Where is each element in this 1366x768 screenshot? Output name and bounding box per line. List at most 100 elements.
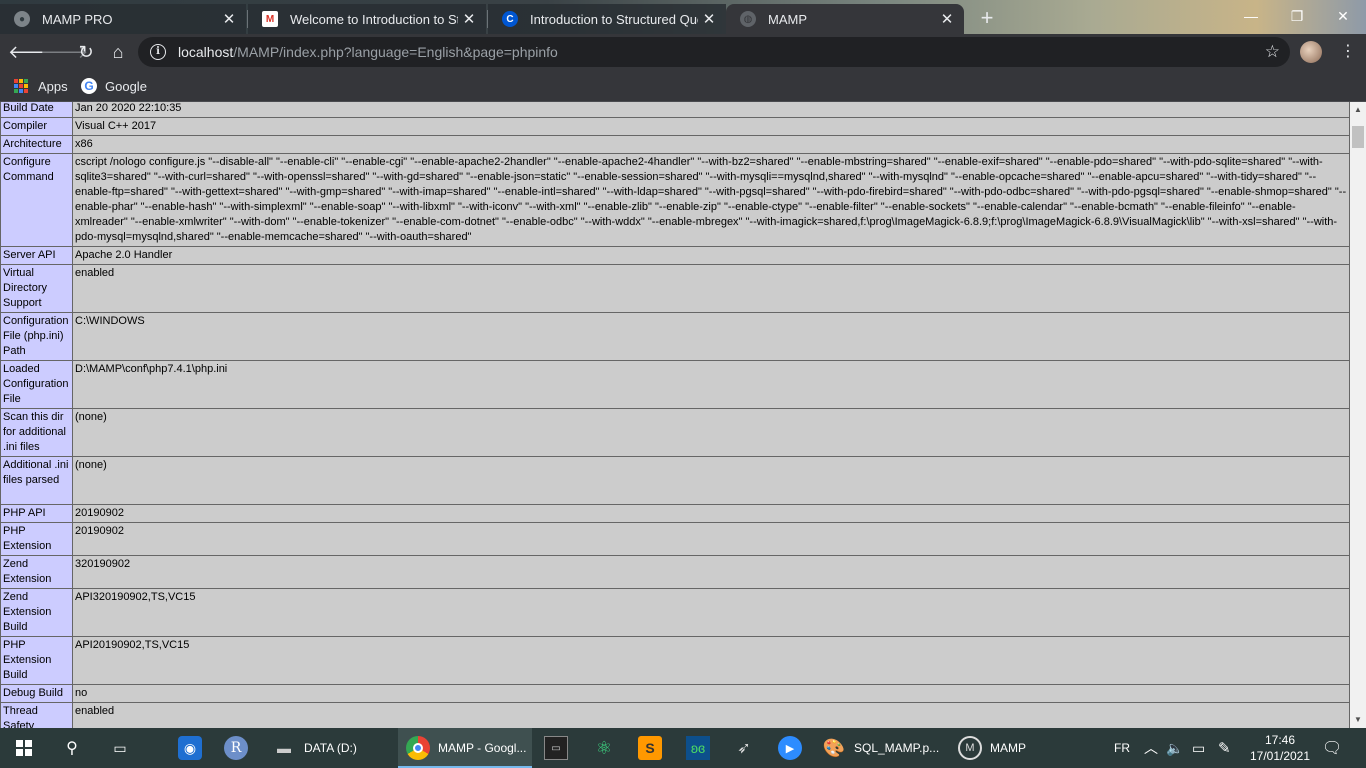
tab-coursera[interactable]: C Introduction to Structured Query Langu…	[488, 4, 726, 34]
table-row: Configure Command cscript /nologo configu…	[0, 153, 1350, 247]
reload-icon[interactable]: ↻	[72, 38, 100, 66]
row-key: Loaded Configuration File	[0, 360, 73, 409]
taskbar-app[interactable]: ▶	[772, 728, 808, 768]
bird-app-icon: ➶	[737, 740, 751, 757]
window-close-button[interactable]: ✕	[1320, 2, 1366, 30]
back-icon[interactable]: 🡐	[8, 38, 56, 66]
windows-start-icon[interactable]	[0, 728, 48, 768]
row-key: Build Date	[0, 102, 73, 118]
home-icon[interactable]: ⌂	[104, 38, 132, 66]
task-view-icon[interactable]: ▭	[96, 728, 144, 768]
table-row: Zend Extension Build API320190902,TS,VC15	[0, 588, 1350, 637]
table-row: Additional .ini files parsed (none)	[0, 456, 1350, 505]
terminal-icon: ▭	[544, 736, 568, 760]
new-tab-button[interactable]: +	[974, 6, 1000, 32]
taskbar-app[interactable]: ◉	[168, 728, 212, 768]
taskbar-label: DATA (D:)	[304, 741, 357, 755]
table-row: Configuration File (php.ini) Path C:\WIND…	[0, 312, 1350, 361]
table-row: Zend Extension 320190902	[0, 555, 1350, 589]
google-icon: G	[81, 78, 97, 94]
bookmark-label: Apps	[38, 78, 68, 94]
row-value: 20190902	[72, 522, 1350, 556]
taskbar-item-mamp[interactable]: M MAMP	[950, 728, 1040, 768]
taskbar-app[interactable]: ʚɞ	[680, 728, 716, 768]
row-key: Scan this dir for additional .ini files	[0, 408, 73, 457]
r-app-icon: R	[224, 736, 248, 760]
taskbar-app[interactable]: R	[214, 728, 258, 768]
address-bar[interactable]: i localhost/MAMP/index.php?language=Engl…	[138, 37, 1290, 67]
close-icon[interactable]: ✕	[218, 10, 240, 28]
scroll-up-icon[interactable]: ▲	[1350, 102, 1366, 118]
volume-icon[interactable]: 🔈	[1166, 728, 1183, 768]
star-icon[interactable]: ☆	[1265, 42, 1280, 62]
bookmark-apps[interactable]: Apps	[14, 76, 68, 96]
row-value: enabled	[72, 264, 1350, 313]
table-row: PHP API 20190902	[0, 504, 1350, 523]
table-row: Build Date Jan 20 2020 22:10:35	[0, 102, 1350, 118]
atom-icon: ⚛	[595, 737, 613, 758]
row-key: Compiler	[0, 117, 73, 136]
taskbar-item-data-drive[interactable]: ▬ DATA (D:)	[262, 728, 390, 768]
maximize-button[interactable]: ❐	[1274, 2, 1320, 30]
tab-gmail[interactable]: M Welcome to Introduction to Structured …	[248, 4, 486, 34]
zoom-icon: ▶	[778, 736, 802, 760]
taskbar-label: MAMP - Googl...	[438, 741, 527, 755]
row-value: Jan 20 2020 22:10:35	[72, 102, 1350, 118]
browser-toolbar: 🡐 🡒 ↻ ⌂ i localhost/MAMP/index.php?langu…	[0, 34, 1366, 70]
taskbar-app[interactable]: ⚛	[586, 728, 622, 768]
scroll-down-icon[interactable]: ▼	[1350, 712, 1366, 728]
scroll-thumb[interactable]	[1352, 126, 1364, 148]
clock-date: 17/01/2021	[1249, 749, 1311, 763]
close-icon[interactable]: ✕	[458, 10, 480, 28]
bookmark-label: Google	[105, 78, 147, 94]
notifications-icon[interactable]: 🗨	[1322, 728, 1342, 768]
row-value: C:\WINDOWS	[72, 312, 1350, 361]
row-key: Architecture	[0, 135, 73, 154]
drive-icon: ▬	[277, 740, 291, 756]
taskbar-item-sql-mamp[interactable]: 🎨 SQL_MAMP.p...	[816, 728, 948, 768]
bookmarks-bar: Apps G Google	[0, 70, 1366, 102]
close-icon[interactable]: ✕	[936, 10, 958, 28]
language-indicator[interactable]: FR	[1114, 728, 1130, 768]
url-path: /MAMP/index.php?language=English&page=ph…	[233, 44, 558, 60]
bookmark-google[interactable]: G Google	[81, 76, 147, 96]
gmail-icon: M	[262, 11, 278, 27]
close-icon[interactable]: ✕	[698, 10, 720, 28]
info-icon[interactable]: i	[150, 44, 166, 60]
more-menu-icon[interactable]: ⋮	[1338, 40, 1358, 64]
row-value: no	[72, 684, 1350, 703]
tab-title: MAMP PRO	[42, 11, 113, 27]
minimize-button[interactable]: —	[1228, 2, 1274, 30]
taskbar-item-chrome[interactable]: MAMP - Googl...	[398, 728, 532, 768]
avatar[interactable]	[1300, 41, 1322, 63]
clock[interactable]: 17:46 17/01/2021	[1248, 732, 1312, 764]
table-row: Architecture x86	[0, 135, 1350, 154]
taskbar-app[interactable]: ➶	[726, 728, 762, 768]
pen-icon[interactable]: ✎	[1218, 728, 1231, 768]
tab-mamp[interactable]: ◍ MAMP ✕	[726, 4, 964, 34]
tab-mamp-pro[interactable]: ● MAMP PRO ✕	[0, 4, 246, 34]
row-key: Thread Safety	[0, 702, 73, 728]
mamp-icon: ●	[14, 11, 30, 27]
row-key: Zend Extension Build	[0, 588, 73, 637]
taskbar-app[interactable]: ▭	[538, 728, 574, 768]
vertical-scrollbar[interactable]: ▲ ▼	[1350, 102, 1366, 728]
tab-title: Welcome to Introduction to Structured Qu…	[290, 11, 458, 27]
clock-time: 17:46	[1264, 733, 1296, 747]
table-row: Virtual Directory Support enabled	[0, 264, 1350, 313]
table-row: Compiler Visual C++ 2017	[0, 117, 1350, 136]
row-value: (none)	[72, 408, 1350, 457]
taskbar: ⚲ ▭ ◉ R ▬ DATA (D:) MAMP - Googl... ▭ ⚛ …	[0, 728, 1366, 768]
taskbar-app[interactable]: S	[632, 728, 668, 768]
mamp-icon: M	[958, 736, 982, 760]
apps-icon	[14, 79, 28, 93]
row-value: enabled	[72, 702, 1350, 728]
coursera-icon: C	[502, 11, 518, 27]
search-icon[interactable]: ⚲	[48, 728, 96, 768]
row-value: API320190902,TS,VC15	[72, 588, 1350, 637]
row-key: Debug Build	[0, 684, 73, 703]
row-key: Configuration File (php.ini) Path	[0, 312, 73, 361]
forward-icon[interactable]: 🡒	[40, 38, 88, 66]
chevron-up-icon[interactable]: ︿	[1144, 728, 1158, 768]
battery-icon[interactable]: ▭	[1192, 728, 1205, 768]
